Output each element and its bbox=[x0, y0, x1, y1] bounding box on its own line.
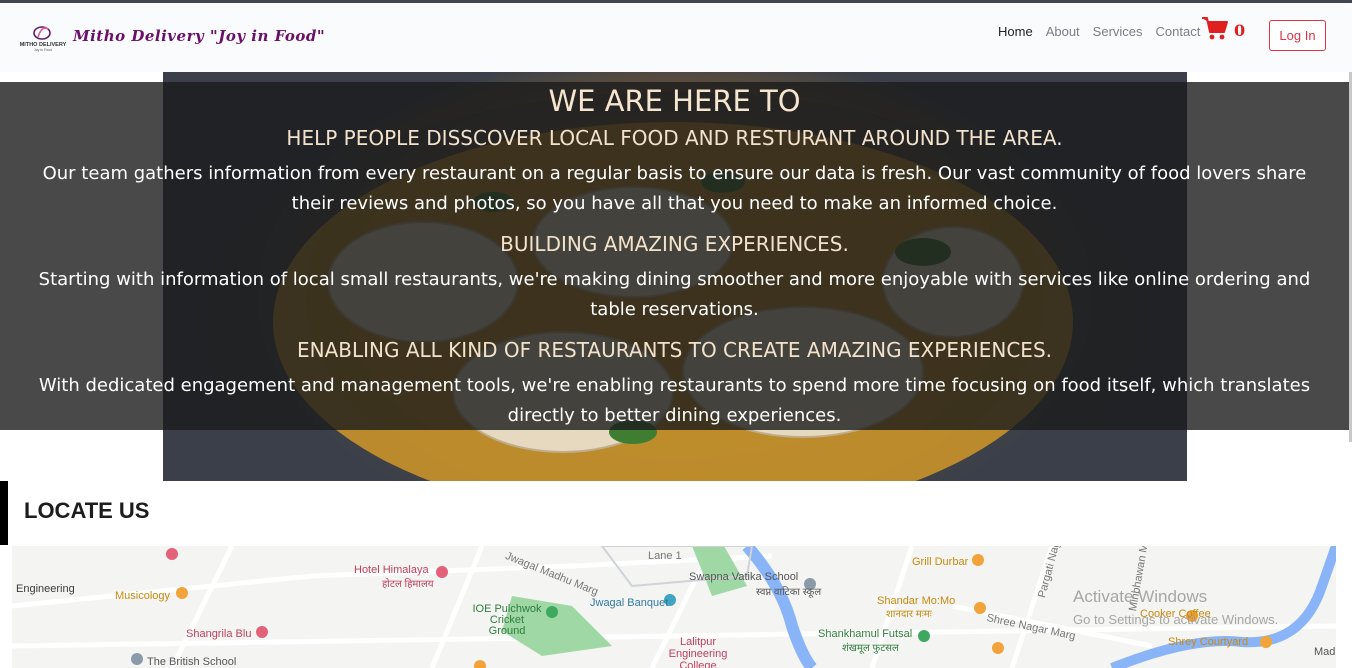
map-label-lalitpur-eng: Lalitpur Engineering College bbox=[668, 636, 728, 668]
map-label-ioe-pulchwok: IOE Pulchwok Cricket Ground bbox=[472, 603, 542, 637]
hero-heading-2: BUILDING AMAZING EXPERIENCES. bbox=[500, 232, 849, 256]
logo-subtext: Joy in Food bbox=[34, 48, 52, 52]
cart-count: 0 bbox=[1234, 21, 1246, 40]
locate-us-heading: LOCATE US bbox=[24, 498, 150, 523]
logo[interactable]: MITHO DELIVERY Joy in Food bbox=[18, 23, 68, 53]
windows-watermark-sub: Go to Settings to activate Windows. bbox=[1073, 612, 1279, 627]
map-label-shankhamul-futsal-np: शंखमूल फुटसल bbox=[842, 643, 899, 654]
map-label-shangrila: Shangrila Blu bbox=[186, 628, 252, 640]
locate-accent-bar bbox=[0, 481, 8, 545]
nav-services[interactable]: Services bbox=[1093, 24, 1143, 39]
windows-watermark-title: Activate Windows bbox=[1073, 587, 1208, 606]
hero-body-3: With dedicated engagement and management… bbox=[38, 375, 1311, 426]
nav-home[interactable]: Home bbox=[998, 24, 1033, 39]
nav-contact[interactable]: Contact bbox=[1156, 24, 1201, 39]
navbar: MITHO DELIVERY Joy in Food Mitho Deliver… bbox=[0, 3, 1352, 72]
map-label-mad: Mad bbox=[1314, 646, 1336, 658]
hero-heading-1: HELP PEOPLE DISSCOVER LOCAL FOOD AND RES… bbox=[286, 126, 1063, 150]
main-nav: Home About Services Contact bbox=[998, 24, 1200, 39]
map-label-hotel-himalaya: Hotel Himalaya bbox=[354, 564, 429, 576]
hero-title: WE ARE HERE TO bbox=[548, 84, 801, 118]
hero-body-1: Our team gathers information from every … bbox=[42, 163, 1307, 214]
map-embed[interactable]: Engineering Musicology Shangrila Blu The… bbox=[12, 546, 1336, 668]
map-label-shrey-courtyard: Shrey Courtyard bbox=[1168, 636, 1249, 648]
map-label-swapna-vatika: Swapna Vatika School bbox=[689, 571, 799, 583]
map-label-british-school: The British School bbox=[147, 656, 237, 668]
nav-about[interactable]: About bbox=[1046, 24, 1080, 39]
map-label-musicology: Musicology bbox=[115, 590, 171, 602]
map-label-jwagal-banquet: Jwagal Banquet bbox=[590, 597, 669, 609]
map-label-hotel-himalaya-np: होटल हिमालय bbox=[382, 579, 434, 590]
cart-icon[interactable] bbox=[1201, 16, 1229, 42]
brand-name[interactable]: Mitho Delivery "Joy in Food" bbox=[73, 27, 325, 45]
map-label-swapna-vatika-np: स्वप्न वाटिका स्कूल bbox=[756, 587, 822, 598]
hero-heading-3: ENABLING ALL KIND OF RESTAURANTS TO CREA… bbox=[297, 338, 1052, 362]
map-label-lane-1: Lane 1 bbox=[648, 550, 682, 562]
login-button[interactable]: Log In bbox=[1269, 20, 1326, 51]
map-label-engineering: Engineering bbox=[16, 583, 75, 595]
map-label-shankhamul-futsal: Shankhamul Futsal bbox=[818, 628, 913, 640]
map-label-grill-durbar: Grill Durbar bbox=[912, 556, 969, 568]
hero-body-2: Starting with information of local small… bbox=[38, 269, 1311, 320]
map-label-shandar-momo-np: शानदार मःमः bbox=[886, 609, 932, 620]
